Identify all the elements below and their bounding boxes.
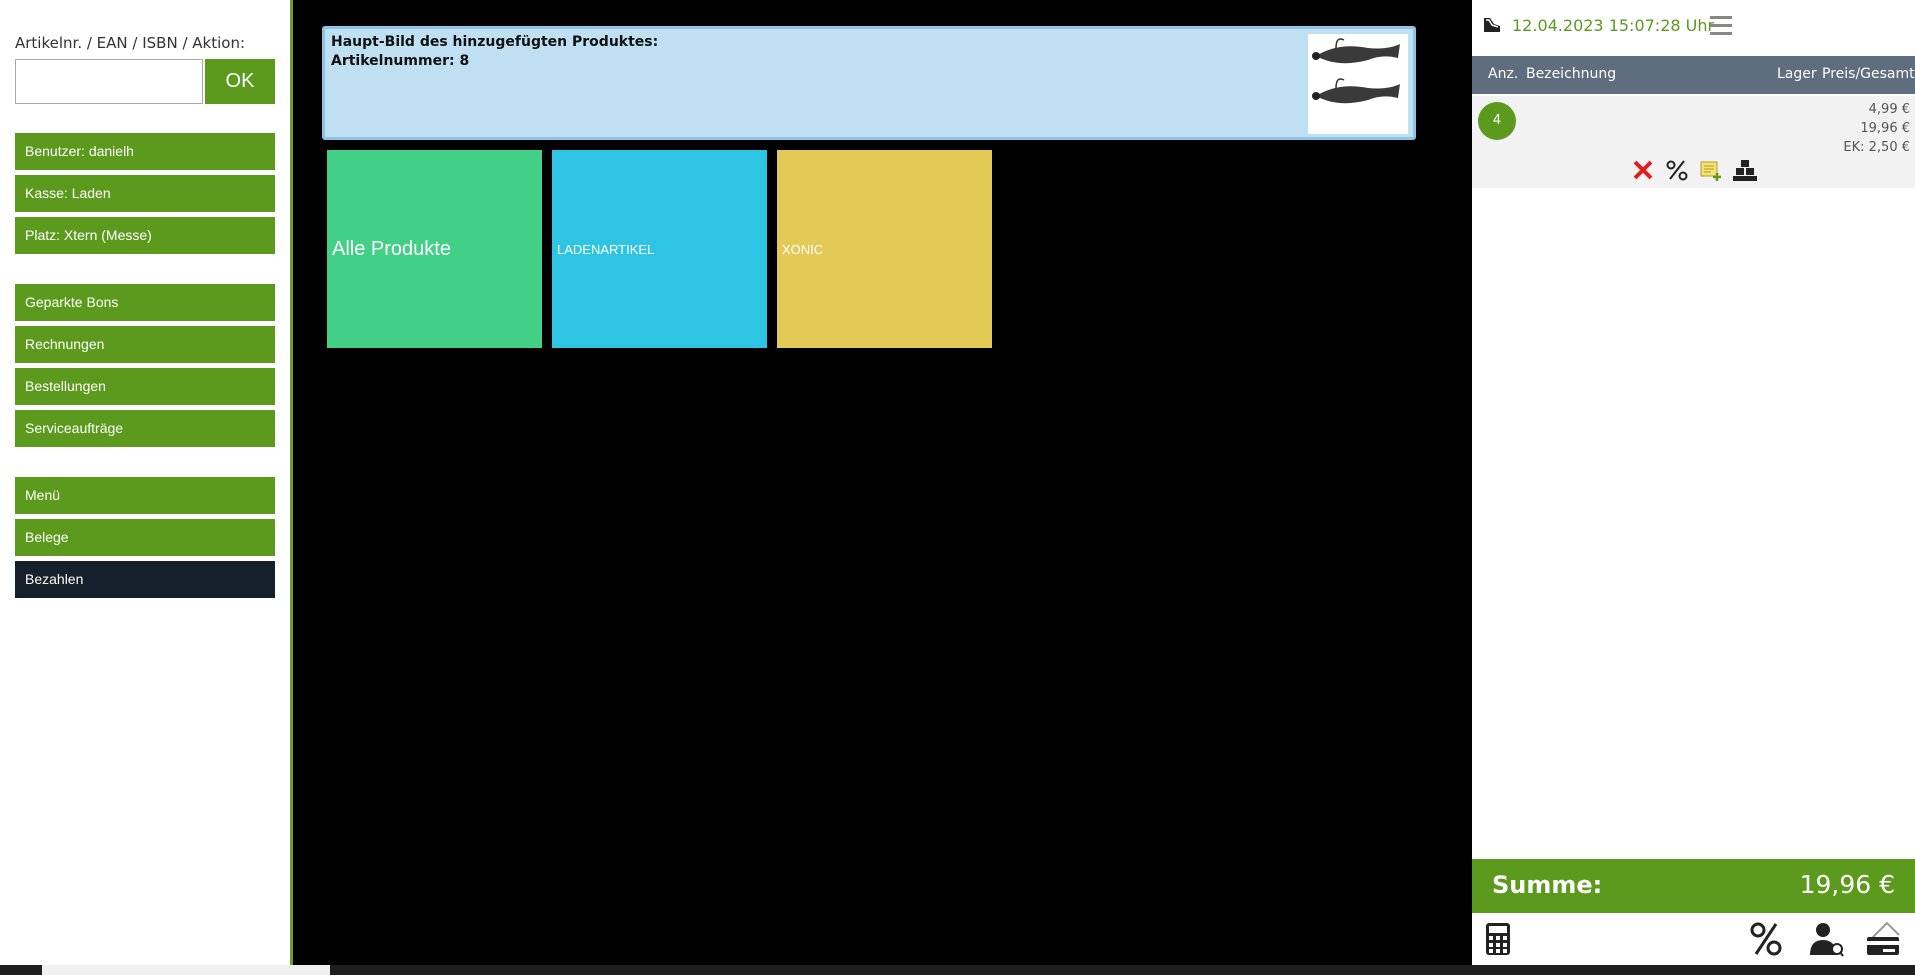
pos-app: Artikelnr. / EAN / ISBN / Aktion: OK Ben…	[0, 0, 1915, 975]
location-button[interactable]: Platz: Xtern (Messe)	[15, 217, 275, 254]
sum-bar: Summe: 19,96 €	[1472, 859, 1915, 913]
menu-button[interactable]: Menü	[15, 477, 275, 514]
invoices-button[interactable]: Rechnungen	[15, 326, 275, 363]
purchase-price: EK: 2,50 €	[1843, 140, 1910, 155]
cart-item-row[interactable]: 4 4,99 € 19,96 € EK: 2,50 €	[1472, 96, 1915, 188]
tile-xonic[interactable]: XONIC	[777, 150, 992, 348]
line-total: 19,96 €	[1860, 121, 1910, 136]
datetime: 12.04.2023 15:07:28 Uhr	[1512, 16, 1715, 35]
taskbar-search[interactable]	[42, 965, 330, 975]
calculator-icon[interactable]	[1480, 921, 1516, 957]
col-description: Bezeichnung	[1526, 66, 1617, 82]
unit-price: 4,99 €	[1868, 102, 1910, 117]
os-taskbar	[0, 965, 1915, 975]
col-stock: Lager	[1777, 66, 1817, 82]
sum-value: 19,96 €	[1799, 870, 1895, 899]
hamburger-menu-icon[interactable]	[1708, 14, 1734, 36]
add-note-icon[interactable]	[1698, 158, 1724, 182]
cart-column-header: Anz. Bezeichnung Lager Preis/Gesamt	[1472, 56, 1915, 94]
article-search-input[interactable]	[15, 59, 203, 104]
col-price: Preis/Gesamt	[1822, 66, 1915, 82]
cart-panel: 12.04.2023 15:07:28 Uhr Anz. Bezeichnung…	[1472, 0, 1915, 965]
banner-article-number: Artikelnummer: 8	[331, 53, 470, 69]
user-button[interactable]: Benutzer: danielh	[15, 133, 275, 170]
customer-icon[interactable]	[1808, 921, 1844, 957]
parked-receipts-button[interactable]: Geparkte Bons	[15, 284, 275, 321]
bottom-toolbar	[1472, 913, 1915, 965]
search-label: Artikelnr. / EAN / ISBN / Aktion:	[15, 34, 246, 52]
stock-icon[interactable]	[1732, 158, 1758, 182]
card-payment-icon[interactable]	[1865, 921, 1901, 957]
ok-button[interactable]: OK	[205, 59, 275, 104]
receipts-button[interactable]: Belege	[15, 519, 275, 556]
tile-all-products[interactable]: Alle Produkte	[327, 150, 542, 348]
orders-button[interactable]: Bestellungen	[15, 368, 275, 405]
qty-badge[interactable]: 4	[1478, 102, 1516, 140]
cart-top-bar: 12.04.2023 15:07:28 Uhr	[1472, 0, 1915, 55]
register-button[interactable]: Kasse: Laden	[15, 175, 275, 212]
delete-icon[interactable]	[1630, 158, 1656, 182]
pay-button[interactable]: Bezahlen	[15, 561, 275, 598]
col-qty: Anz.	[1488, 66, 1519, 82]
service-orders-button[interactable]: Serviceaufträge	[15, 410, 275, 447]
left-sidebar: Artikelnr. / EAN / ISBN / Aktion: OK Ben…	[0, 0, 293, 965]
banner-title: Haupt-Bild des hinzugefügten Produktes:	[331, 34, 659, 50]
logo-icon	[1482, 16, 1502, 34]
product-info-banner: Haupt-Bild des hinzugefügten Produktes: …	[322, 26, 1416, 140]
discount-icon[interactable]	[1664, 158, 1690, 182]
sum-label: Summe:	[1492, 871, 1603, 899]
tile-store-articles[interactable]: LADENARTIKEL	[552, 150, 767, 348]
discount-total-icon[interactable]	[1748, 921, 1784, 957]
product-thumbnail	[1308, 34, 1408, 134]
